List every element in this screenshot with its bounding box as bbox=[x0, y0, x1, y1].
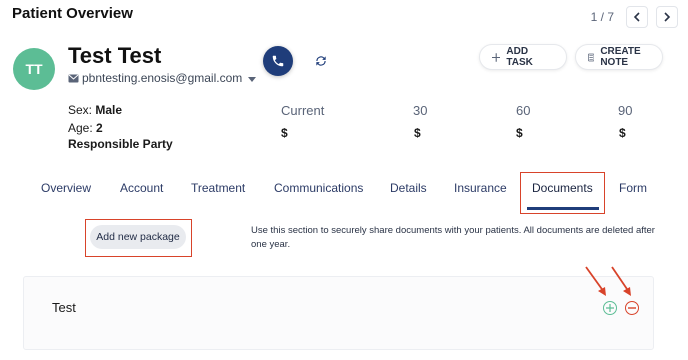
tab-overview[interactable]: Overview bbox=[41, 181, 91, 195]
balance-value-60: $ bbox=[516, 126, 523, 140]
refresh-icon bbox=[316, 56, 326, 66]
tab-communications[interactable]: Communications bbox=[274, 181, 363, 195]
create-note-label: CREATE NOTE bbox=[600, 46, 641, 68]
balance-value-current: $ bbox=[281, 126, 288, 140]
patient-name: Test Test bbox=[68, 43, 162, 68]
tab-treatment[interactable]: Treatment bbox=[191, 181, 245, 195]
avatar: TT bbox=[13, 48, 55, 90]
next-patient-button[interactable] bbox=[656, 6, 678, 28]
chevron-down-icon bbox=[248, 76, 257, 82]
balance-value-90: $ bbox=[619, 126, 626, 140]
refresh-button[interactable] bbox=[313, 53, 329, 69]
pager: 1 / 7 bbox=[591, 6, 678, 28]
add-circle-icon[interactable] bbox=[603, 301, 617, 315]
package-card bbox=[23, 276, 654, 350]
age-value: 2 bbox=[96, 121, 103, 135]
responsible-party-label: Responsible Party bbox=[68, 137, 173, 151]
add-task-label: ADD TASK bbox=[506, 46, 533, 68]
chevron-left-icon bbox=[633, 12, 640, 22]
tab-details[interactable]: Details bbox=[390, 181, 427, 195]
tab-form[interactable]: Form bbox=[619, 181, 647, 195]
responsible-party-row: Responsible Party bbox=[68, 137, 173, 151]
sex-row: Sex: Male bbox=[68, 103, 122, 117]
previous-patient-button[interactable] bbox=[626, 6, 648, 28]
balance-header-90: 90 bbox=[618, 103, 633, 118]
annotation-arrow-remove bbox=[611, 266, 631, 296]
tab-insurance[interactable]: Insurance bbox=[454, 181, 507, 195]
page-title: Patient Overview bbox=[12, 5, 133, 22]
sex-value: Male bbox=[95, 103, 123, 117]
add-new-package-button[interactable]: Add new package bbox=[90, 225, 186, 249]
email-selector[interactable]: pbntesting.enosis@gmail.com bbox=[68, 71, 257, 85]
remove-circle-icon[interactable] bbox=[625, 301, 639, 315]
sex-label: Sex: bbox=[68, 103, 93, 117]
balance-value-30: $ bbox=[414, 126, 421, 140]
annotation-arrow-add bbox=[585, 266, 606, 296]
balance-header-30: 30 bbox=[413, 103, 428, 118]
package-name: Test bbox=[52, 300, 76, 315]
add-task-button[interactable]: ADD TASK bbox=[479, 44, 567, 70]
chevron-right-icon bbox=[664, 12, 671, 22]
balance-header-60: 60 bbox=[516, 103, 531, 118]
pager-text: 1 / 7 bbox=[590, 10, 614, 24]
patient-email: pbntesting.enosis@gmail.com bbox=[82, 71, 243, 85]
age-label: Age: bbox=[68, 121, 93, 135]
create-note-button[interactable]: CREATE NOTE bbox=[575, 44, 663, 70]
tab-account[interactable]: Account bbox=[120, 181, 163, 195]
annotation-box-documents-tab bbox=[520, 172, 605, 214]
age-row: Age: 2 bbox=[68, 121, 103, 135]
plus-icon bbox=[492, 52, 501, 62]
phone-icon bbox=[272, 55, 284, 67]
note-icon bbox=[588, 53, 595, 61]
balance-header-current: Current bbox=[281, 103, 325, 118]
documents-description: Use this section to securely share docum… bbox=[251, 225, 655, 250]
call-button[interactable] bbox=[263, 46, 293, 76]
mail-icon bbox=[68, 74, 79, 82]
